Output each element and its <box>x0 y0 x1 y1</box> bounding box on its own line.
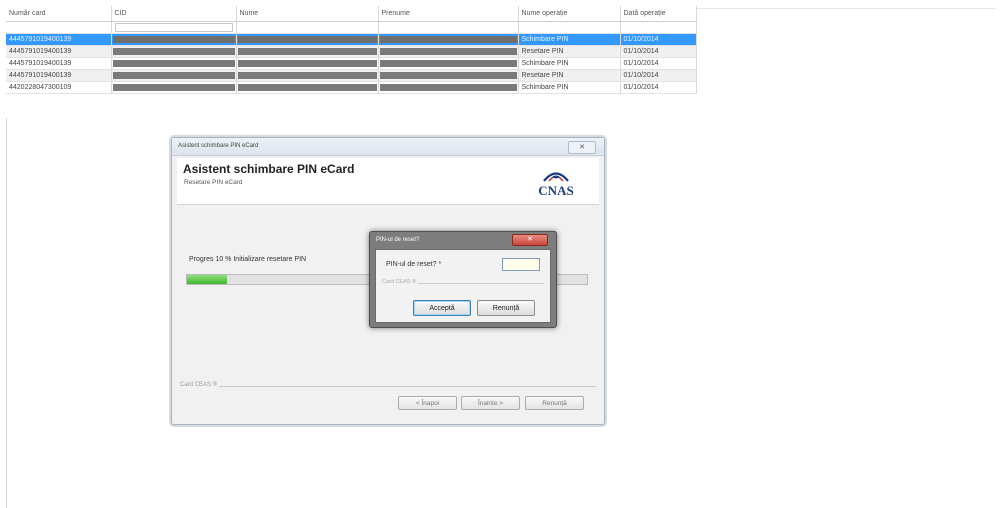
redaction-bar <box>379 60 517 67</box>
table-row[interactable]: 4420228047300109 Schimbare PIN 01/10/201… <box>6 81 697 94</box>
date-cell: 01/10/2014 <box>620 81 697 94</box>
grid-filter-row <box>6 21 697 34</box>
column-header-operation-name[interactable]: Nume operație <box>518 6 621 22</box>
table-row[interactable]: 444579101940013​9 Schimbare PIN 01/10/20… <box>6 33 697 46</box>
operation-cell: Resetare PIN <box>518 45 621 58</box>
first-name-cell-redacted <box>378 81 519 94</box>
progress-label: Progres 10 % Initializare resetare PIN <box>189 256 307 263</box>
close-icon: ✕ <box>579 144 585 151</box>
card-number-cell: 444579101940013​9 <box>6 33 112 46</box>
column-header-card-number[interactable]: Număr card <box>6 6 112 22</box>
redaction-bar <box>237 72 377 79</box>
redaction-bar <box>379 36 517 43</box>
redaction-bar <box>379 72 517 79</box>
cid-cell-redacted <box>111 81 237 94</box>
redaction-bar <box>237 60 377 67</box>
footer-group-divider <box>180 386 596 387</box>
table-row[interactable]: 4445791019400139 Resetare PIN 01/10/2014 <box>6 69 697 82</box>
reset-pin-dialog: PIN-ul de reset? ✕ PIN-ul de reset? * Ca… <box>369 231 557 328</box>
reset-pin-label: PIN-ul de reset? * <box>386 261 442 268</box>
operation-cell: Schimbare PIN <box>518 33 621 46</box>
cnas-emblem-icon <box>543 172 569 182</box>
operations-grid: Număr card CID Nume Prenume Nume operați… <box>6 6 697 94</box>
cid-cell-redacted <box>111 33 237 46</box>
operation-cell: Schimbare PIN <box>518 57 621 70</box>
redaction-bar <box>112 60 235 67</box>
wizard-titlebar[interactable]: Asistent schimbare PIN eCard ✕ <box>172 138 604 156</box>
filter-cell <box>620 21 697 34</box>
cnas-logo: CNAS <box>531 164 581 198</box>
dialog-title: PIN-ul de reset? <box>376 237 420 243</box>
card-number-cell: 4445791019400139 <box>6 69 112 82</box>
column-header-cid[interactable]: CID <box>111 6 237 22</box>
card-number-cell: 4445791019400139 <box>6 57 112 70</box>
column-header-last-name[interactable]: Nume <box>236 6 379 22</box>
filter-cell <box>518 21 621 34</box>
first-name-cell-redacted <box>378 69 519 82</box>
dialog-cancel-button[interactable]: Renunță <box>477 300 535 316</box>
dialog-close-button[interactable]: ✕ <box>512 234 548 246</box>
dialog-group-label: Card CEAS ® <box>382 279 419 285</box>
first-name-cell-redacted <box>378 57 519 70</box>
filter-cell <box>111 21 237 34</box>
table-row[interactable]: 4445791019400139 Schimbare PIN 01/10/201… <box>6 57 697 70</box>
close-icon: ✕ <box>527 236 533 243</box>
cid-filter-input[interactable] <box>114 23 233 32</box>
table-row[interactable]: 4445791019400139 Resetare PIN 01/10/2014 <box>6 45 697 58</box>
card-number-cell: 4420228047300109 <box>6 81 112 94</box>
top-divider <box>696 8 996 9</box>
cid-cell-redacted <box>111 45 237 58</box>
last-name-cell-redacted <box>236 81 379 94</box>
redaction-bar <box>112 72 235 79</box>
progress-bar-fill <box>187 275 227 284</box>
card-number-cell: 4445791019400139 <box>6 45 112 58</box>
column-header-first-name[interactable]: Prenume <box>378 6 519 22</box>
wizard-header-subtitle: Resetare PIN eCard <box>184 179 243 186</box>
filter-cell <box>6 21 112 34</box>
wizard-cancel-button[interactable]: Renunță <box>525 396 584 410</box>
date-cell: 01/10/2014 <box>620 57 697 70</box>
wizard-close-button[interactable]: ✕ <box>568 141 596 154</box>
redaction-bar <box>237 84 377 91</box>
redaction-bar <box>112 48 235 55</box>
redaction-bar <box>237 36 377 43</box>
redaction-bar <box>112 84 235 91</box>
last-name-cell-redacted <box>236 69 379 82</box>
footer-group-label: Card CEAS ® <box>180 382 220 388</box>
filter-cell <box>236 21 379 34</box>
wizard-header: Asistent schimbare PIN eCard Resetare PI… <box>177 158 599 205</box>
column-header-operation-date[interactable]: Dată operație <box>620 6 697 22</box>
date-cell: 01/10/2014 <box>620 33 697 46</box>
filter-cell <box>378 21 519 34</box>
first-name-cell-redacted <box>378 45 519 58</box>
accept-button[interactable]: Acceptă <box>413 300 471 316</box>
last-name-cell-redacted <box>236 57 379 70</box>
last-name-cell-redacted <box>236 45 379 58</box>
dialog-body: PIN-ul de reset? * Card CEAS ® Acceptă R… <box>375 249 551 323</box>
left-divider <box>6 118 7 508</box>
last-name-cell-redacted <box>236 33 379 46</box>
operation-cell: Schimbare PIN <box>518 81 621 94</box>
next-button[interactable]: Înainte > <box>461 396 520 410</box>
grid-header-row: Număr card CID Nume Prenume Nume operați… <box>6 6 697 22</box>
cid-cell-redacted <box>111 69 237 82</box>
back-button[interactable]: < Înapoi <box>398 396 457 410</box>
cnas-logo-text: CNAS <box>538 183 574 198</box>
reset-pin-input[interactable] <box>502 258 540 271</box>
date-cell: 01/10/2014 <box>620 69 697 82</box>
redaction-bar <box>379 84 517 91</box>
date-cell: 01/10/2014 <box>620 45 697 58</box>
redaction-bar <box>112 36 235 43</box>
redaction-bar <box>379 48 517 55</box>
wizard-header-title: Asistent schimbare PIN eCard <box>183 162 355 176</box>
operation-cell: Resetare PIN <box>518 69 621 82</box>
cid-cell-redacted <box>111 57 237 70</box>
redaction-bar <box>237 48 377 55</box>
first-name-cell-redacted <box>378 33 519 46</box>
wizard-window-title: Asistent schimbare PIN eCard <box>178 143 259 149</box>
